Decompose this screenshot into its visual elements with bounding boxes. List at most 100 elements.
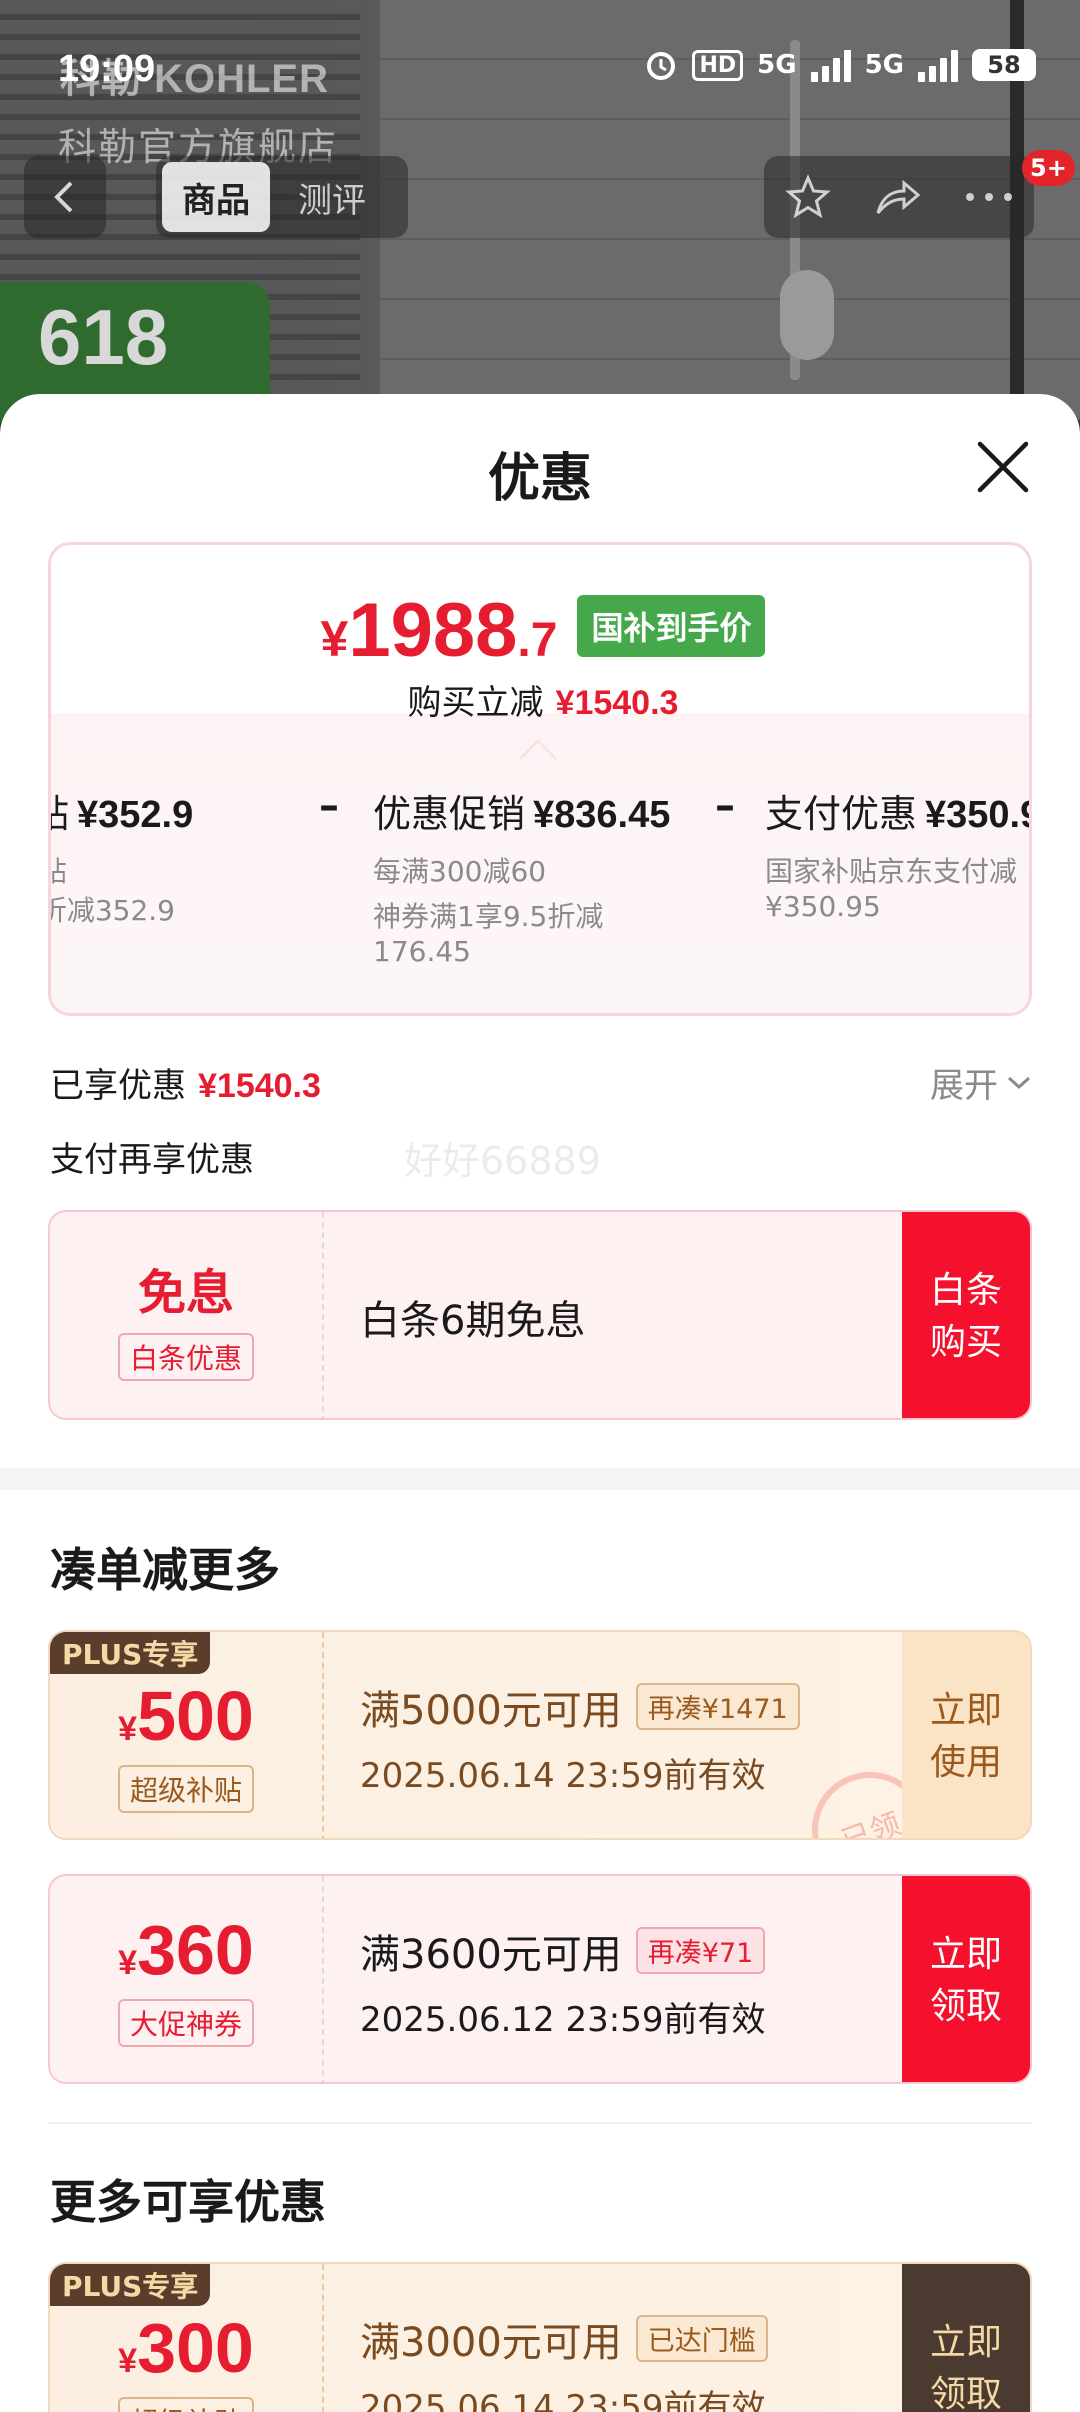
price-decimal: .7: [517, 614, 558, 667]
coupon-currency: ¥: [118, 1710, 138, 1748]
pay-section-title: 支付再享优惠: [50, 1140, 254, 1180]
tab-review[interactable]: 测评: [278, 162, 386, 232]
use-now-button[interactable]: 立即使用: [902, 1632, 1030, 1838]
coupon-value: 500: [137, 1677, 254, 1755]
coupon-currency: ¥: [118, 2342, 138, 2380]
expand-button[interactable]: 展开: [930, 1058, 1032, 1107]
discount-breakdown[interactable]: 补贴¥352.9 S补贴 享9折减352.9 – 优惠促销¥836.45 每满3…: [51, 783, 1029, 1003]
gov-subsidy-tag: 国补到手价: [577, 595, 766, 657]
breakdown-line: 神券满1享9.5折减 176.45: [373, 900, 604, 968]
page-tabs: 商品 测评: [156, 156, 408, 238]
breakdown-value: ¥350.95: [925, 794, 1029, 836]
coupon-type-tag: 大促神券: [117, 1999, 254, 2047]
signal-2-icon: [918, 48, 958, 82]
coupon-gap-chip: 再凑¥71: [635, 1927, 766, 1974]
enjoyed-value: ¥1540.3: [198, 1067, 321, 1105]
clock: 19:09: [58, 48, 156, 90]
coupon-condition-row: 满5000元可用 再凑¥1471: [360, 1678, 800, 1736]
top-nav: 商品 测评: [0, 156, 1080, 238]
message-count-badge: 5+: [1022, 150, 1075, 186]
section-title-more2: 更多可享优惠: [50, 2175, 326, 2229]
breakdown-title: 补贴: [51, 792, 69, 836]
breakdown-title: 优惠促销: [373, 792, 526, 836]
coupon-validity: 2025.06.14 23:59前有效: [360, 2387, 766, 2412]
coupon-divider: [322, 2264, 324, 2412]
coupon-type-tag: 超级补贴: [117, 1765, 254, 1813]
final-price: ¥1988.7: [321, 593, 558, 669]
back-button[interactable]: [24, 156, 106, 238]
breakdown-line: 享9折减352.9: [51, 894, 175, 927]
close-icon[interactable]: [972, 436, 1034, 498]
enjoyed-discount-row: 已享优惠 ¥1540.3: [50, 1058, 321, 1107]
price-summary-card: ¥1988.7 国补到手价 购买立减 ¥1540.3 补贴¥352.9 S补贴 享…: [48, 542, 1032, 1016]
coupon-condition-row: 满3600元可用 再凑¥71: [360, 1922, 766, 1980]
coupon-plus-500[interactable]: PLUS专享 ¥500 超级补贴 满5000元可用 再凑¥1471 2025.06…: [48, 1630, 1032, 1840]
section-title-more: 凑单减更多: [50, 1543, 280, 1597]
coupon-amount: ¥500: [118, 1681, 254, 1751]
breakdown-item-promotion: 优惠促销 ¥836.45 每满300减60 神券满1享9.5折减 176.45: [373, 783, 703, 969]
coupon-info: 满3000元可用 已达门槛 2025.06.14 23:59前有效: [360, 2264, 768, 2412]
plus-exclusive-badge: PLUS专享: [50, 2264, 211, 2306]
enjoyed-label: 已享优惠: [50, 1066, 186, 1106]
reduce-value: ¥1540.3: [555, 684, 679, 722]
coupon-validity: 2025.06.12 23:59前有效: [360, 1999, 766, 2040]
discount-sheet: 优惠 ¥1988.7 国补到手价 购买立减 ¥1540.3 补贴¥352.9 S补…: [0, 394, 1080, 2412]
coupon-condition: 满5000元可用: [360, 1687, 622, 1734]
breakdown-line: S补贴: [51, 854, 193, 889]
coupon-value: 360: [137, 1911, 254, 1989]
minus-sign: –: [319, 783, 339, 829]
price-integer: 1988: [348, 588, 518, 673]
baitiao-buy-button[interactable]: 白条购买: [902, 1212, 1030, 1418]
section-separator: [0, 1468, 1080, 1490]
plus-exclusive-badge: PLUS专享: [50, 1632, 211, 1674]
favorite-star-icon[interactable]: [784, 173, 832, 221]
breakdown-value: ¥836.45: [533, 794, 671, 836]
coupon-condition: 满3600元可用: [360, 1931, 622, 1978]
expand-label: 展开: [930, 1066, 998, 1106]
network-label-2: 5G: [864, 50, 904, 80]
breakdown-item-subsidy: 补贴¥352.9 S补贴 享9折减352.9: [51, 783, 194, 928]
breakdown-title: 支付优惠: [765, 792, 918, 836]
coupon-gap-chip: 已达门槛: [635, 2315, 768, 2362]
shower-head: [780, 270, 834, 360]
sheet-title: 优惠: [487, 449, 592, 509]
alarm-icon: [647, 52, 676, 80]
promo-618-text: 618: [38, 293, 169, 381]
coupon-divider: [322, 1212, 324, 1418]
interest-free-label: 免息: [137, 1265, 234, 1321]
nav-actions: [764, 156, 1034, 238]
baitiao-tag: 白条优惠: [117, 1333, 254, 1381]
breakdown-item-payment: 支付优惠¥350.95 国家补贴京东支付减 ¥350.95: [765, 783, 1029, 924]
battery-indicator: 58: [972, 49, 1036, 81]
coupon-amount: ¥360: [118, 1915, 254, 1985]
baitiao-card[interactable]: 免息 白条优惠 白条6期免息 白条购买: [48, 1210, 1032, 1420]
coupon-gap-chip: 再凑¥1471: [635, 1683, 800, 1730]
coupon-condition-row: 满3000元可用 已达门槛: [360, 2310, 768, 2368]
coupon-validity: 2025.06.14 23:59前有效: [360, 1755, 766, 1796]
claim-now-button[interactable]: 立即领取: [902, 1876, 1030, 2082]
share-icon[interactable]: [872, 173, 924, 221]
network-label-1: 5G: [757, 50, 797, 80]
chevron-down-icon: [1007, 1076, 1031, 1089]
breakdown-value: ¥352.9: [77, 794, 194, 836]
breakdown-line: 国家补贴京东支付减 ¥350.95: [765, 855, 1018, 923]
status-icons: HD 5G 5G 58: [644, 48, 1036, 82]
price-currency: ¥: [320, 611, 349, 667]
watermark: 好好66889: [404, 1139, 601, 1183]
final-price-row: ¥1988.7 国补到手价: [51, 593, 1029, 669]
coupon-plus-300[interactable]: PLUS专享 ¥300 超级补贴 满3000元可用已达门槛 2025.06.14…: [48, 2262, 1032, 2412]
baitiao-left: 免息 白条优惠: [50, 1212, 322, 1418]
more-icon[interactable]: [964, 191, 1014, 203]
coupon-amount: ¥300: [118, 2313, 254, 2383]
coupon-condition: 满3000元可用: [360, 2319, 622, 2366]
divider-line: [48, 2122, 1032, 2124]
tab-product[interactable]: 商品: [162, 162, 270, 232]
reduce-row: 购买立减 ¥1540.3: [51, 675, 1029, 724]
status-bar: 19:09 HD 5G 5G 58: [0, 0, 1080, 140]
claim-now-button[interactable]: 立即领取: [902, 2264, 1030, 2412]
coupon-value: 300: [137, 2309, 254, 2387]
coupon-360[interactable]: ¥360 大促神券 满3600元可用 再凑¥71 2025.06.12 23:59…: [48, 1874, 1032, 2084]
breakdown-caret: [519, 739, 557, 777]
coupon-divider: [322, 1876, 324, 2082]
coupon-info: 满3600元可用 再凑¥71 2025.06.12 23:59前有效: [360, 1876, 766, 2082]
